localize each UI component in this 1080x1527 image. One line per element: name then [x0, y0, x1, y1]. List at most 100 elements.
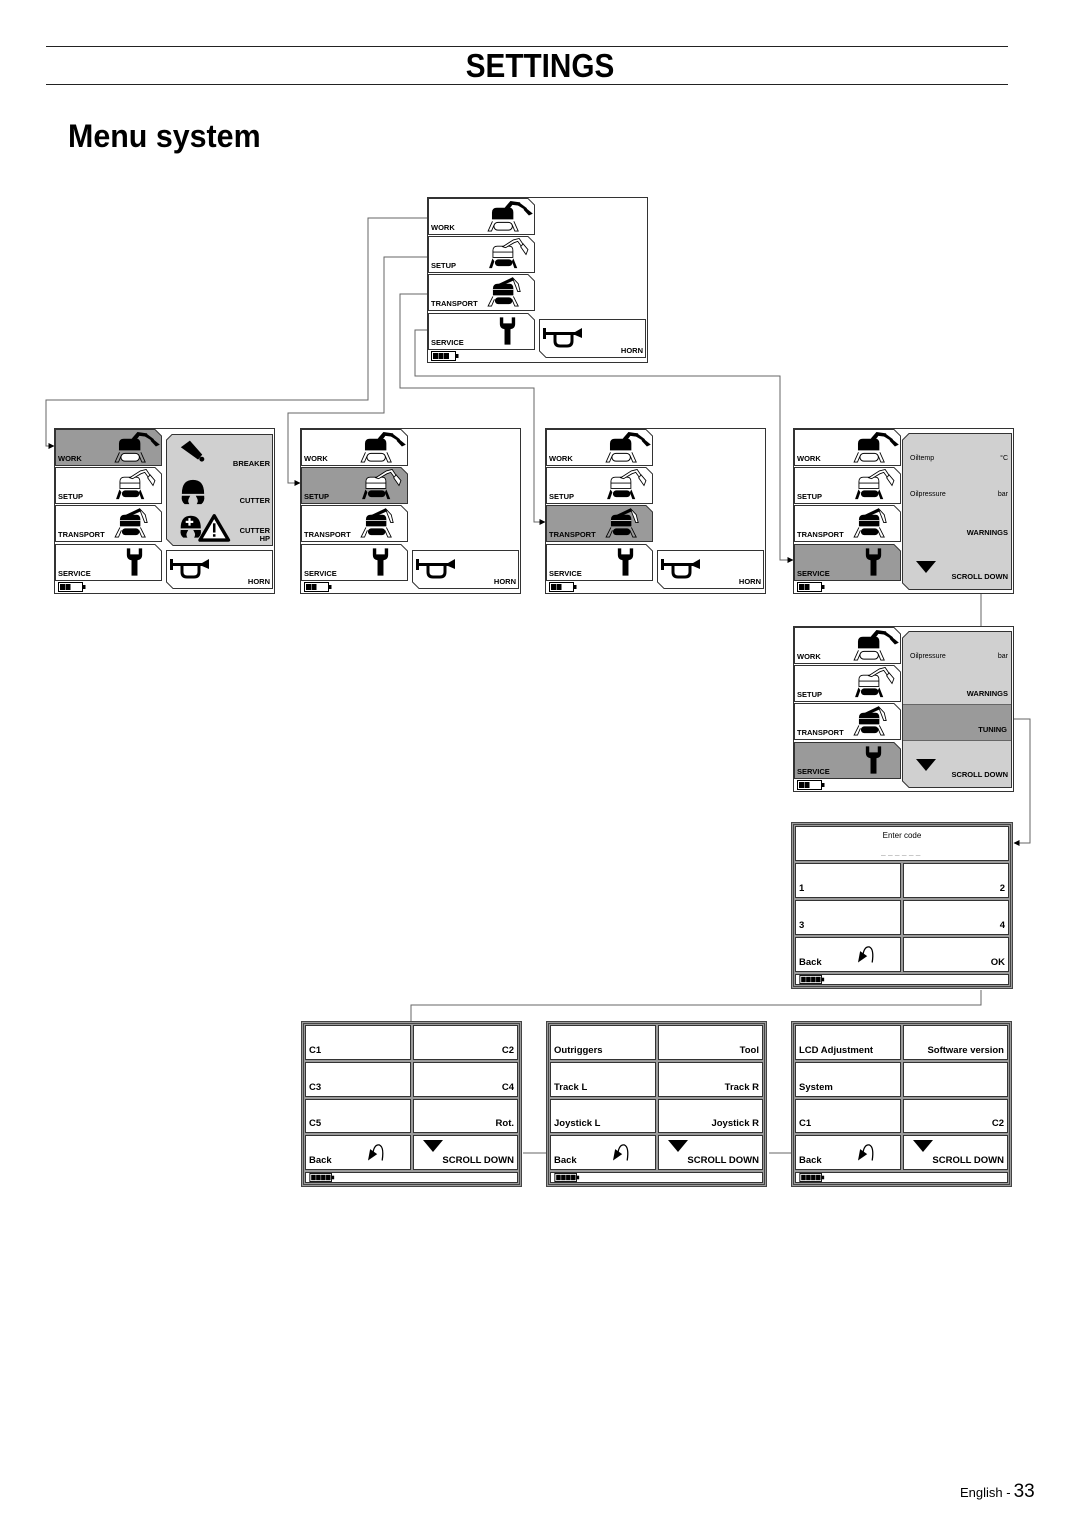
- cell-label: Outriggers: [554, 1044, 603, 1056]
- menu-tile-setup[interactable]: SETUP: [546, 467, 653, 504]
- key-4[interactable]: 4: [903, 900, 1009, 935]
- back-button[interactable]: Back: [305, 1135, 411, 1170]
- option-c1[interactable]: C1: [795, 1098, 901, 1134]
- cell-label: C2: [501, 1044, 514, 1056]
- menu-label-work: WORK: [797, 652, 821, 661]
- menu-tile-setup[interactable]: SETUP: [55, 467, 162, 504]
- menu-tile-transport[interactable]: TRANSPORT: [428, 274, 535, 311]
- horn-button[interactable]: HORN: [539, 319, 646, 358]
- menu-tile-work[interactable]: WORK: [794, 429, 901, 466]
- screen-main: WORK SETUP TRANSPORT SERVICE HORN: [427, 197, 648, 363]
- readout-label: Oilpressure: [910, 653, 946, 660]
- back-button[interactable]: Back: [795, 1135, 901, 1170]
- menu-tile-work[interactable]: WORK: [794, 627, 901, 664]
- connector-service-2-tuning-to-code-entry: [1013, 718, 1031, 846]
- info-option-scroll-down[interactable]: SCROLL DOWN: [902, 741, 1012, 788]
- status-bar: [795, 974, 1009, 985]
- menu-tile-work[interactable]: WORK: [428, 198, 535, 235]
- scroll-down-label: SCROLL DOWN: [442, 1155, 514, 1166]
- menu-label-transport: TRANSPORT: [304, 530, 351, 539]
- setup-excavator-icon: [483, 237, 534, 272]
- breaker-icon: [180, 439, 208, 467]
- menu-tile-setup[interactable]: SETUP: [794, 665, 901, 702]
- menu-tile-work[interactable]: WORK: [546, 429, 653, 466]
- option-c3[interactable]: C3: [305, 1061, 411, 1097]
- menu-tile-setup[interactable]: SETUP: [794, 467, 901, 504]
- horn-button[interactable]: HORN: [657, 550, 764, 589]
- screen-code-entry: Enter code ______ 1 2 3 4 Back OK: [791, 822, 1013, 989]
- info-option-tuning[interactable]: TUNING: [903, 704, 1011, 741]
- option-label: SCROLL DOWN: [951, 770, 1008, 779]
- cell-label: C4: [501, 1081, 514, 1093]
- readout-unit: °C: [1000, 455, 1008, 462]
- menu-tile-transport[interactable]: TRANSPORT: [794, 505, 901, 542]
- option-lcd-adjustment[interactable]: LCD Adjustment: [795, 1025, 901, 1060]
- ok-label: OK: [990, 957, 1005, 968]
- menu-tile-service[interactable]: SERVICE: [301, 544, 408, 581]
- option-c1[interactable]: C1: [305, 1025, 411, 1060]
- menu-label-transport: TRANSPORT: [58, 530, 105, 539]
- menu-tile-work[interactable]: WORK: [55, 429, 162, 466]
- ok-button[interactable]: OK: [903, 937, 1009, 972]
- option-c2[interactable]: C2: [412, 1025, 518, 1060]
- menu-tile-transport[interactable]: TRANSPORT: [55, 505, 162, 542]
- cell-label: Track R: [724, 1081, 759, 1093]
- key-1[interactable]: 1: [795, 863, 901, 898]
- menu-tile-service[interactable]: SERVICE: [794, 742, 901, 779]
- menu-tile-transport[interactable]: TRANSPORT: [301, 505, 408, 542]
- back-button[interactable]: Back: [550, 1135, 656, 1170]
- key-2[interactable]: 2: [903, 863, 1009, 898]
- info-option-scroll-down[interactable]: SCROLL DOWN: [902, 543, 1012, 590]
- horn-button[interactable]: HORN: [412, 550, 519, 589]
- option-joystick-r[interactable]: Joystick R: [657, 1098, 763, 1134]
- menu-tile-service[interactable]: SERVICE: [794, 544, 901, 581]
- tool-label-line: HP: [259, 534, 270, 543]
- horn-button[interactable]: HORN: [166, 550, 273, 589]
- scroll-down-button[interactable]: SCROLL DOWN: [412, 1135, 518, 1170]
- screen-transport: WORK SETUP TRANSPORT SERVICE HORN: [545, 428, 766, 594]
- tool-option-cutter-hp[interactable]: CUTTER HP: [166, 508, 273, 546]
- code-input[interactable]: ______: [796, 847, 1008, 856]
- code-display: Enter code ______: [795, 826, 1009, 861]
- option-joystick-l[interactable]: Joystick L: [550, 1098, 656, 1134]
- back-button[interactable]: Back: [795, 937, 901, 972]
- key-3[interactable]: 3: [795, 900, 901, 935]
- work-excavator-icon: [110, 430, 161, 465]
- option-system[interactable]: System: [795, 1061, 901, 1097]
- menu-label-setup: SETUP: [549, 492, 575, 501]
- wrench-icon: [372, 548, 389, 576]
- scroll-down-button[interactable]: SCROLL DOWN: [657, 1135, 763, 1170]
- menu-tile-service[interactable]: SERVICE: [546, 544, 653, 581]
- wrench-icon: [617, 548, 634, 576]
- page-number: 33: [1013, 1481, 1035, 1502]
- info-option-warnings[interactable]: WARNINGS: [902, 506, 1012, 543]
- menu-tile-service[interactable]: SERVICE: [428, 313, 535, 350]
- menu-tile-work[interactable]: WORK: [301, 429, 408, 466]
- scroll-down-button[interactable]: SCROLL DOWN: [902, 1135, 1008, 1170]
- option-track-r[interactable]: Track R: [657, 1061, 763, 1097]
- option-c5[interactable]: C5: [305, 1098, 411, 1134]
- menu-tile-service[interactable]: SERVICE: [55, 544, 162, 581]
- menu-label-setup: SETUP: [797, 492, 823, 501]
- menu-tile-transport[interactable]: TRANSPORT: [546, 505, 653, 542]
- option-track-l[interactable]: Track L: [550, 1061, 656, 1097]
- horn-icon: [543, 327, 583, 349]
- battery-icon: [549, 582, 577, 592]
- tool-option-breaker[interactable]: BREAKER: [166, 434, 273, 471]
- info-option-warnings[interactable]: WARNINGS: [902, 668, 1012, 704]
- option-software-version[interactable]: Software version: [902, 1025, 1008, 1060]
- option-c4[interactable]: C4: [412, 1061, 518, 1097]
- cell-label: Tool: [739, 1044, 759, 1056]
- option-c2[interactable]: C2: [902, 1098, 1008, 1134]
- tool-option-cutter[interactable]: CUTTER: [166, 471, 273, 508]
- option-rot[interactable]: Rot.: [412, 1098, 518, 1134]
- option-tool[interactable]: Tool: [657, 1025, 763, 1060]
- menu-tile-setup[interactable]: SETUP: [301, 467, 408, 504]
- menu-tile-setup[interactable]: SETUP: [428, 236, 535, 273]
- scroll-down-icon: [912, 1140, 934, 1152]
- cutter-hp-icon: [179, 512, 231, 543]
- status-bar: [795, 1172, 1008, 1183]
- menu-tile-transport[interactable]: TRANSPORT: [794, 703, 901, 740]
- menu-label-service: SERVICE: [549, 569, 582, 578]
- option-outriggers[interactable]: Outriggers: [550, 1025, 656, 1060]
